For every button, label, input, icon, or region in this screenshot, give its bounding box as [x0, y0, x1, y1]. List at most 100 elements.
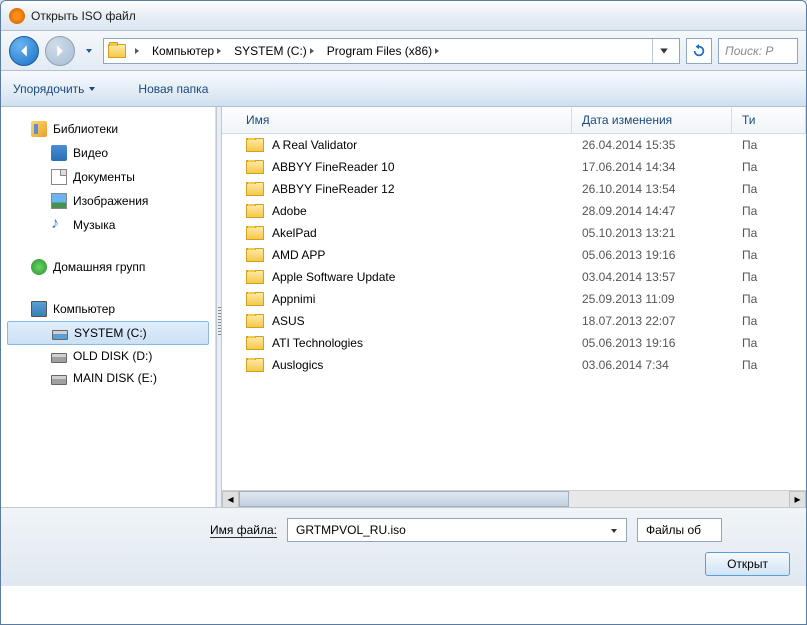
sidebar-homegroup[interactable]: Домашняя групп	[1, 255, 215, 279]
folder-icon	[246, 204, 264, 218]
filename-dropdown[interactable]	[606, 523, 622, 539]
new-folder-button[interactable]: Новая папка	[138, 82, 208, 96]
file-name: Auslogics	[272, 358, 323, 372]
column-type[interactable]: Ти	[732, 107, 806, 133]
history-dropdown[interactable]	[81, 36, 97, 66]
sidebar-label: Компьютер	[53, 302, 115, 316]
chevron-down-icon	[659, 46, 669, 56]
file-name: AkelPad	[272, 226, 317, 240]
folder-icon	[246, 292, 264, 306]
document-icon	[51, 169, 67, 185]
filename-input[interactable]: GRTMPVOL_RU.iso	[287, 518, 627, 542]
file-type: Па	[732, 314, 806, 328]
file-type: Па	[732, 138, 806, 152]
titlebar: Открыть ISO файл	[1, 1, 806, 31]
horizontal-scrollbar[interactable]: ◂ ▸	[222, 490, 806, 507]
dialog-body: Библиотеки Видео Документы Изображения М…	[1, 107, 806, 507]
refresh-button[interactable]	[686, 38, 712, 64]
sidebar-item-videos[interactable]: Видео	[1, 141, 215, 165]
filetype-filter[interactable]: Файлы об	[637, 518, 722, 542]
file-date: 26.10.2014 13:54	[572, 182, 732, 196]
search-placeholder: Поиск: P	[725, 44, 773, 58]
filename-value: GRTMPVOL_RU.iso	[296, 523, 406, 537]
column-date[interactable]: Дата изменения	[572, 107, 732, 133]
file-name: Apple Software Update	[272, 270, 395, 284]
file-date: 28.09.2014 14:47	[572, 204, 732, 218]
folder-icon	[246, 336, 264, 350]
search-input[interactable]: Поиск: P	[718, 38, 798, 64]
forward-button[interactable]	[45, 36, 75, 66]
folder-icon	[246, 248, 264, 262]
pictures-icon	[51, 193, 67, 209]
file-type: Па	[732, 248, 806, 262]
open-button[interactable]: Открыт	[705, 552, 790, 576]
breadcrumb-item[interactable]: SYSTEM (C:)	[230, 42, 319, 60]
chevron-right-icon	[134, 47, 140, 55]
file-list: A Real Validator26.04.2014 15:35ПаABBYY …	[222, 134, 806, 490]
file-row[interactable]: Apple Software Update03.04.2014 13:57Па	[222, 266, 806, 288]
sidebar-item-music[interactable]: Музыка	[1, 213, 215, 237]
file-type: Па	[732, 226, 806, 240]
sidebar-label: Библиотеки	[53, 122, 118, 136]
breadcrumb-item[interactable]: Program Files (x86)	[323, 42, 444, 60]
video-icon	[51, 145, 67, 161]
file-type: Па	[732, 358, 806, 372]
file-type: Па	[732, 270, 806, 284]
folder-icon	[108, 44, 126, 58]
file-name: AMD APP	[272, 248, 325, 262]
refresh-icon	[692, 44, 706, 58]
breadcrumb-item[interactable]: Компьютер	[148, 42, 226, 60]
sidebar-label: MAIN DISK (E:)	[73, 371, 157, 385]
folder-icon	[246, 138, 264, 152]
file-row[interactable]: ASUS18.07.2013 22:07Па	[222, 310, 806, 332]
file-row[interactable]: ABBYY FineReader 1226.10.2014 13:54Па	[222, 178, 806, 200]
computer-icon	[31, 301, 47, 317]
organize-menu[interactable]: Упорядочить	[13, 82, 96, 96]
filename-label: Имя файла:	[17, 523, 277, 537]
sidebar-label: Музыка	[73, 218, 115, 232]
address-bar[interactable]: Компьютер SYSTEM (C:) Program Files (x86…	[103, 38, 680, 64]
scroll-left-button[interactable]: ◂	[222, 491, 239, 508]
file-row[interactable]: ABBYY FineReader 1017.06.2014 14:34Па	[222, 156, 806, 178]
file-date: 25.09.2013 11:09	[572, 292, 732, 306]
music-icon	[51, 217, 67, 233]
breadcrumb-label: Компьютер	[152, 44, 214, 58]
file-row[interactable]: AkelPad 05.10.2013 13:21Па	[222, 222, 806, 244]
scroll-right-button[interactable]: ▸	[789, 491, 806, 508]
sidebar-item-drive-c[interactable]: SYSTEM (C:)	[7, 321, 209, 345]
file-row[interactable]: AMD APP05.06.2013 19:16Па	[222, 244, 806, 266]
address-dropdown[interactable]	[653, 39, 675, 63]
column-name[interactable]: Имя	[222, 107, 572, 133]
breadcrumb-item[interactable]	[130, 45, 144, 57]
file-row[interactable]: Appnimi25.09.2013 11:09Па	[222, 288, 806, 310]
file-type: Па	[732, 336, 806, 350]
sidebar-item-pictures[interactable]: Изображения	[1, 189, 215, 213]
sidebar-label: SYSTEM (C:)	[74, 326, 147, 340]
sidebar-item-drive-e[interactable]: MAIN DISK (E:)	[1, 367, 215, 389]
arrow-right-icon	[53, 44, 67, 58]
filter-label: Файлы об	[646, 523, 701, 537]
back-button[interactable]	[9, 36, 39, 66]
file-date: 03.06.2014 7:34	[572, 358, 732, 372]
file-name: A Real Validator	[272, 138, 357, 152]
chevron-right-icon	[309, 47, 315, 55]
sidebar-libraries[interactable]: Библиотеки	[1, 117, 215, 141]
file-row[interactable]: A Real Validator26.04.2014 15:35Па	[222, 134, 806, 156]
file-date: 05.10.2013 13:21	[572, 226, 732, 240]
splitter[interactable]	[216, 107, 222, 507]
sidebar-item-documents[interactable]: Документы	[1, 165, 215, 189]
file-row[interactable]: Auslogics 03.06.2014 7:34Па	[222, 354, 806, 376]
sidebar-computer[interactable]: Компьютер	[1, 297, 215, 321]
drive-icon	[52, 330, 68, 340]
file-row[interactable]: Adobe28.09.2014 14:47Па	[222, 200, 806, 222]
sidebar-label: OLD DISK (D:)	[73, 349, 152, 363]
sidebar-item-drive-d[interactable]: OLD DISK (D:)	[1, 345, 215, 367]
file-name: ABBYY FineReader 12	[272, 182, 395, 196]
scroll-thumb[interactable]	[239, 491, 569, 507]
file-row[interactable]: ATI Technologies05.06.2013 19:16Па	[222, 332, 806, 354]
breadcrumb-label: SYSTEM (C:)	[234, 44, 307, 58]
file-date: 17.06.2014 14:34	[572, 160, 732, 174]
chevron-right-icon	[434, 47, 440, 55]
folder-icon	[246, 160, 264, 174]
sidebar-label: Домашняя групп	[53, 260, 145, 274]
